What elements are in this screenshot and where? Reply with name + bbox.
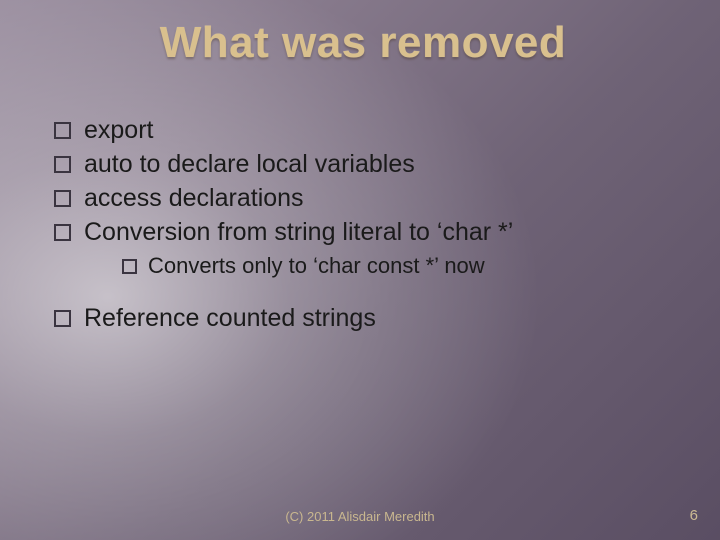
bullet-text: export [84,116,153,144]
list-item: Conversion from string literal to ‘char … [46,216,680,280]
bullet-text: Reference counted strings [84,304,376,332]
bullet-list: export auto to declare local variables a… [46,114,680,334]
bullet-text: Conversion from string literal to ‘char … [84,218,513,246]
list-item: access declarations [46,182,680,214]
footer-copyright: (C) 2011 Alisdair Meredith [0,509,720,524]
bullet-text: auto to declare local variables [84,150,415,178]
list-item: Reference counted strings [46,302,680,334]
list-item: auto to declare local variables [46,148,680,180]
sub-bullet-text: Converts only to ‘char const *’ now [148,253,485,278]
spacer [46,290,680,302]
slide-title: What was removed [46,18,680,68]
page-number: 6 [690,507,698,524]
sub-list-item: Converts only to ‘char const *’ now [84,252,680,280]
slide: What was removed export auto to declare … [0,0,720,540]
sub-list: Converts only to ‘char const *’ now [84,252,680,280]
list-item: export [46,114,680,146]
bullet-text: access declarations [84,184,304,212]
